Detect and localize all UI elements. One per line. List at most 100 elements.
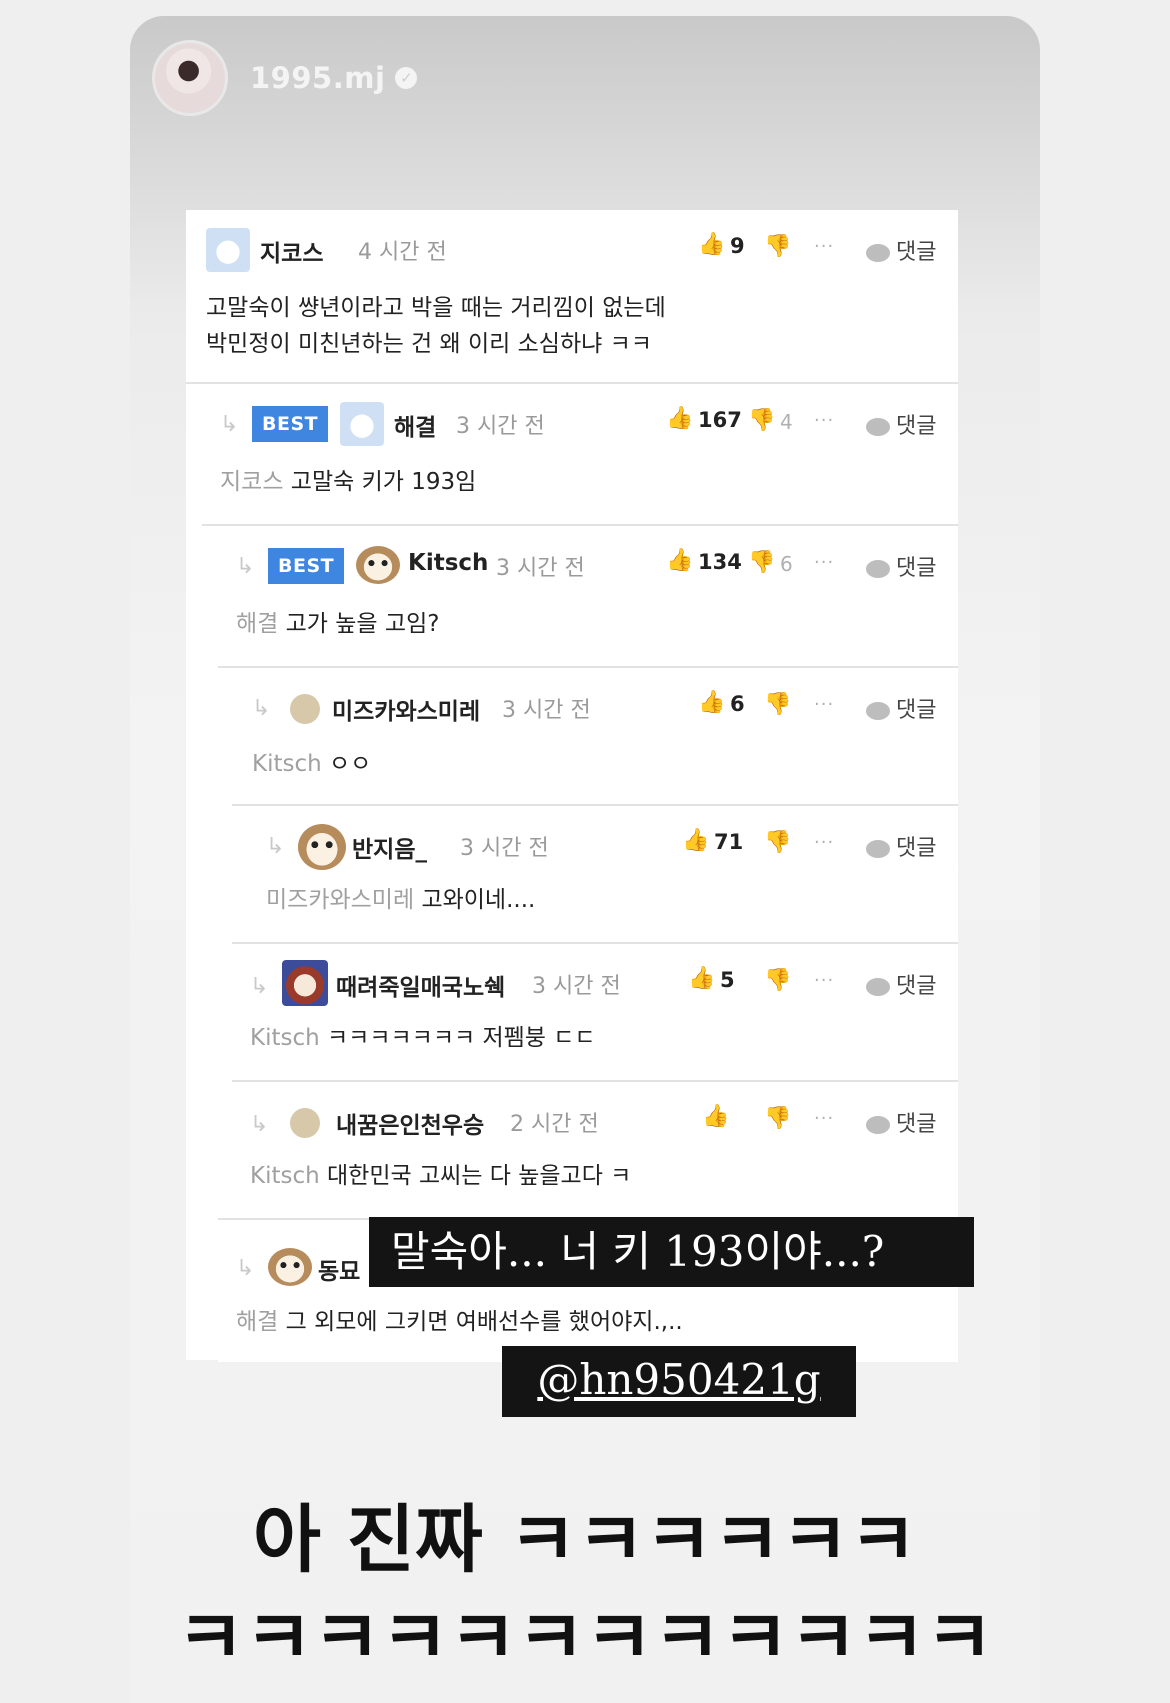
like-count: 134	[698, 550, 742, 574]
comment-bubble-icon[interactable]	[866, 701, 890, 720]
comment-item: ↳ BEST 해결 3 시간 전 👍 167 👎 4 ··· 댓글 지코스 고말…	[186, 382, 958, 526]
comment-text: 지코스 고말숙 키가 193임	[220, 464, 476, 500]
more-icon[interactable]: ···	[814, 236, 834, 257]
comment-bubble-icon[interactable]	[866, 839, 890, 858]
comment-author[interactable]: 미즈카와스미레	[332, 692, 480, 726]
reply-button[interactable]: 댓글	[896, 968, 936, 1000]
reply-button[interactable]: 댓글	[896, 550, 936, 582]
default-avatar-icon	[290, 1108, 320, 1138]
like-icon[interactable]: 👍	[666, 406, 693, 431]
comment-text: 미즈카와스미레 고와이네....	[266, 882, 535, 918]
comment-body: 고와이네....	[421, 887, 536, 913]
like-count: 9	[730, 234, 745, 258]
like-icon[interactable]: 👍	[688, 966, 715, 991]
comment-bubble-icon[interactable]	[866, 243, 890, 262]
more-icon[interactable]: ···	[814, 970, 834, 991]
puppy-icon	[298, 824, 346, 870]
caption-sticker: 말숙아... 너 키 193이야...?	[369, 1217, 974, 1287]
dislike-icon[interactable]: 👎	[748, 550, 775, 575]
comment-author[interactable]: 때려죽일매국노쉑	[336, 968, 505, 1002]
comment-time: 3 시간 전	[496, 556, 585, 581]
best-badge: BEST	[268, 548, 345, 584]
reply-arrow-icon: ↳	[266, 834, 285, 859]
reply-arrow-icon: ↳	[220, 412, 239, 437]
comment-item: ↳ 미즈카와스미레 3 시간 전 👍 6 👎 ··· 댓글 Kitsch ㅇㅇ	[218, 666, 958, 806]
profile-avatar[interactable]	[152, 40, 228, 116]
reply-arrow-icon: ↳	[236, 1256, 255, 1281]
like-icon[interactable]: 👍	[702, 1104, 729, 1129]
dislike-icon[interactable]: 👎	[764, 830, 791, 855]
dislike-icon[interactable]: 👎	[764, 692, 791, 717]
reply-button[interactable]: 댓글	[896, 234, 936, 266]
dislike-icon[interactable]: 👎	[764, 1106, 791, 1131]
lion-dog-icon	[282, 960, 328, 1006]
like-icon[interactable]: 👍	[682, 828, 709, 853]
mention[interactable]: 미즈카와스미레	[266, 887, 414, 913]
like-icon[interactable]: 👍	[698, 232, 725, 257]
more-icon[interactable]: ···	[814, 410, 834, 431]
like-count: 167	[698, 408, 742, 432]
like-icon[interactable]: 👍	[698, 690, 725, 715]
reply-button[interactable]: 댓글	[896, 1106, 936, 1138]
more-icon[interactable]: ···	[814, 694, 834, 715]
comment-screenshot: 지코스 4 시간 전 👍 9 👎 ··· 댓글 고말숙이 썅년이라고 박을 때는…	[186, 210, 958, 1362]
more-icon[interactable]: ···	[814, 1108, 834, 1129]
dislike-icon[interactable]: 👎	[764, 234, 791, 259]
dislike-icon[interactable]: 👎	[748, 408, 775, 433]
more-icon[interactable]: ···	[814, 832, 834, 853]
story-username[interactable]: 1995.mj	[250, 61, 385, 95]
comment-author[interactable]: 동묘	[318, 1252, 360, 1286]
reply-button[interactable]: 댓글	[896, 692, 936, 724]
comment-text: Kitsch ㅋㅋㅋㅋㅋㅋㅋ 저펨붕 ㄷㄷ	[250, 1020, 596, 1056]
comment-time: 3 시간 전	[460, 836, 549, 861]
mention[interactable]: Kitsch	[250, 1163, 320, 1189]
default-avatar-icon	[290, 694, 320, 724]
comment-item: ↳ BEST Kitsch 3 시간 전 👍 134 👎 6 ··· 댓글 해결…	[202, 524, 958, 668]
comment-bubble-icon[interactable]	[866, 559, 890, 578]
reply-button[interactable]: 댓글	[896, 830, 936, 862]
comment-time: 3 시간 전	[532, 974, 621, 999]
verified-badge-icon: ✓	[395, 67, 418, 89]
comment-body: 고말숙 키가 193임	[290, 469, 477, 495]
comment-author[interactable]: 내꿈은인천우승	[336, 1106, 484, 1140]
comment-text: 해결 고가 높을 고임?	[236, 606, 439, 642]
comment-bubble-icon[interactable]	[866, 977, 890, 996]
comment-author[interactable]: Kitsch	[408, 550, 488, 576]
comment-item: ↳ 반지음_ 3 시간 전 👍 71 👎 ··· 댓글 미즈카와스미레 고와이네…	[232, 804, 958, 944]
comment-text: Kitsch ㅇㅇ	[252, 746, 371, 782]
comment-bubble-icon[interactable]	[866, 1115, 890, 1134]
comment-author[interactable]: 해결	[394, 408, 436, 442]
comment-body: 대한민국 고씨는 다 높을고다 ㅋ	[327, 1163, 632, 1189]
comment-text: Kitsch 대한민국 고씨는 다 높을고다 ㅋ	[250, 1158, 631, 1194]
comment-time: 3 시간 전	[502, 698, 591, 723]
puppy-icon	[356, 546, 400, 584]
mention[interactable]: Kitsch	[250, 1025, 320, 1051]
comment-author[interactable]: 지코스	[260, 234, 323, 268]
comment-item: ↳ 때려죽일매국노쉑 3 시간 전 👍 5 👎 ··· 댓글 Kitsch ㅋㅋ…	[232, 942, 958, 1082]
puppy-icon	[268, 1248, 312, 1286]
mention-sticker[interactable]: @hn950421g	[502, 1346, 856, 1417]
comment-author[interactable]: 반지음_	[352, 830, 427, 864]
reply-button[interactable]: 댓글	[896, 408, 936, 440]
like-icon[interactable]: 👍	[666, 548, 693, 573]
dislike-count: 6	[780, 552, 793, 576]
reply-arrow-icon: ↳	[252, 696, 271, 721]
comment-time: 4 시간 전	[358, 240, 447, 265]
white-dog-icon	[340, 402, 384, 446]
comment-text-line: 고말숙이 썅년이라고 박을 때는 거리낌이 없는데	[206, 295, 666, 321]
comment-time: 3 시간 전	[456, 414, 545, 439]
mention[interactable]: Kitsch	[252, 751, 322, 777]
comment-text: 해결 그 외모에 그키면 여배선수를 했어야지.,..	[236, 1304, 683, 1340]
story-header: 1995.mj ✓	[152, 38, 418, 118]
comment-bubble-icon[interactable]	[866, 417, 890, 436]
dislike-count: 4	[780, 410, 793, 434]
comment-body: ㅇㅇ	[329, 751, 372, 777]
mention[interactable]: 지코스	[220, 469, 283, 495]
mention[interactable]: 해결	[236, 611, 278, 637]
dislike-icon[interactable]: 👎	[764, 968, 791, 993]
comment-item: ↳ 내꿈은인천우승 2 시간 전 👍 👎 ··· 댓글 Kitsch 대한민국 …	[232, 1080, 958, 1220]
mention[interactable]: 해결	[236, 1309, 278, 1335]
story-text-line: ㅋㅋㅋㅋㅋㅋㅋㅋㅋㅋㅋㅋ	[176, 1595, 994, 1681]
reply-arrow-icon: ↳	[250, 1112, 269, 1137]
more-icon[interactable]: ···	[814, 552, 834, 573]
